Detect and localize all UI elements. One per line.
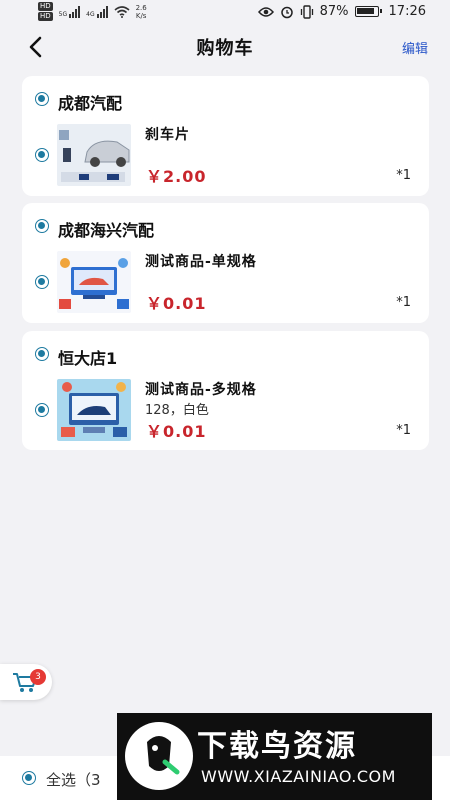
store-name: 恒大店1 bbox=[58, 349, 118, 368]
store-card: 成都海兴汽配 测试商品-单规格 ￥0.01 *1 bbox=[22, 203, 429, 323]
product-quantity: *1 bbox=[396, 423, 411, 438]
nav-header: 购物车 编辑 bbox=[0, 28, 450, 66]
status-bar: HD HD 5G 4G 2.6 K/s 87% 17:26 bbox=[0, 0, 450, 26]
store-select-radio[interactable] bbox=[35, 92, 49, 106]
cart-count-badge: 3 bbox=[30, 669, 46, 685]
store-name: 成都海兴汽配 bbox=[58, 221, 155, 240]
floating-cart-button[interactable]: 3 bbox=[0, 664, 52, 700]
watermark-title: 下载鸟资源 bbox=[197, 729, 357, 764]
store-card: 恒大店1 测试商品-多规格 128，白色 ￥0.01 *1 bbox=[22, 331, 429, 450]
eye-icon bbox=[257, 6, 274, 17]
battery-icon bbox=[354, 6, 382, 17]
select-all-label[interactable]: 全选（3 bbox=[46, 769, 101, 790]
watermark-url: WWW.XIAZAINIAO.COM bbox=[201, 767, 396, 786]
signal-icon: 5G bbox=[59, 5, 81, 18]
watermark-logo bbox=[125, 722, 193, 790]
store-select-radio[interactable] bbox=[35, 347, 49, 361]
item-select-radio[interactable] bbox=[35, 275, 49, 289]
vibrate-icon bbox=[300, 4, 313, 19]
store-name: 成都汽配 bbox=[58, 94, 123, 113]
product-name: 测试商品-单规格 bbox=[145, 254, 257, 270]
product-image[interactable] bbox=[57, 124, 131, 186]
wifi-icon bbox=[114, 5, 130, 18]
product-price: ￥0.01 bbox=[146, 294, 207, 313]
product-image[interactable] bbox=[57, 251, 131, 313]
net-speed: 2.6 K/s bbox=[135, 3, 147, 20]
signal-icon: 4G bbox=[86, 5, 108, 18]
alarm-icon bbox=[280, 6, 293, 18]
watermark-banner: 下载鸟资源 WWW.XIAZAINIAO.COM bbox=[117, 713, 432, 800]
product-name: 测试商品-多规格 bbox=[145, 382, 257, 398]
store-select-radio[interactable] bbox=[35, 219, 49, 233]
item-select-radio[interactable] bbox=[35, 403, 49, 417]
select-all-radio[interactable] bbox=[22, 771, 36, 785]
product-name: 刹车片 bbox=[145, 127, 190, 143]
store-card: 成都汽配 刹车片 ￥2.00 *1 bbox=[22, 76, 429, 196]
product-image[interactable] bbox=[57, 379, 131, 441]
page-title: 购物车 bbox=[196, 38, 254, 59]
product-price: ￥2.00 bbox=[146, 167, 207, 186]
edit-button[interactable]: 编辑 bbox=[402, 38, 428, 57]
product-spec: 128，白色 bbox=[145, 403, 209, 418]
battery-percent: 87% bbox=[319, 4, 349, 19]
product-quantity: *1 bbox=[396, 295, 411, 310]
item-select-radio[interactable] bbox=[35, 148, 49, 162]
hd-indicator: HD HD bbox=[38, 2, 53, 21]
product-price: ￥0.01 bbox=[146, 422, 207, 441]
product-quantity: *1 bbox=[396, 168, 411, 183]
clock: 17:26 bbox=[388, 4, 426, 19]
